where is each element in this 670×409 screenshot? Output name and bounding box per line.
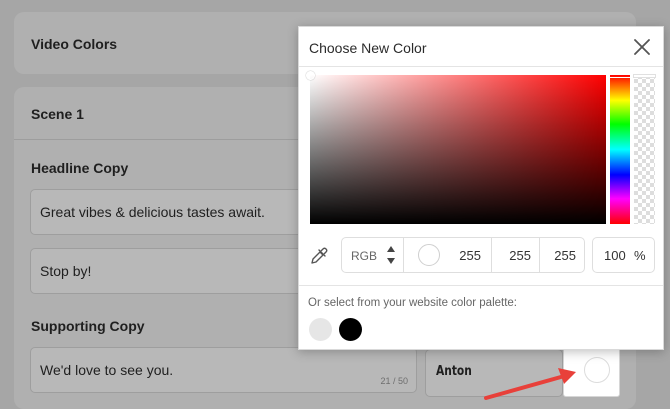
color-preview-cell: 255 [404, 238, 492, 272]
palette-divider [299, 285, 663, 286]
hue-slider[interactable] [610, 75, 630, 224]
green-value: 255 [509, 248, 531, 263]
headline-copy-label: Headline Copy [31, 160, 129, 176]
eyedropper-icon[interactable] [309, 246, 329, 266]
saturation-handle[interactable] [306, 71, 315, 80]
close-icon[interactable] [631, 36, 653, 58]
headline-input[interactable]: Great vibes & delicious tastes await. [30, 189, 320, 235]
blue-input[interactable]: 255 [540, 238, 584, 272]
character-counter: 21 / 50 [380, 376, 408, 386]
green-input[interactable]: 255 [492, 238, 540, 272]
supporting-copy-value: We'd love to see you. [40, 362, 174, 378]
alpha-slider[interactable] [634, 75, 655, 224]
up-down-arrows-icon [387, 246, 395, 264]
picker-title: Choose New Color [309, 40, 427, 56]
headline-input-value: Great vibes & delicious tastes await. [40, 204, 265, 220]
color-picker-dialog: Choose New Color RGB 255 255 255 100 % O… [298, 26, 664, 350]
red-value[interactable]: 255 [459, 248, 481, 263]
hue-handle[interactable] [609, 74, 631, 78]
color-mode-select[interactable]: RGB [342, 238, 404, 272]
supporting-copy-label: Supporting Copy [31, 318, 145, 334]
video-colors-title: Video Colors [31, 36, 118, 52]
alpha-value: 100 [604, 248, 626, 263]
saturation-value-area[interactable] [310, 75, 606, 224]
subheadline-input-value: Stop by! [40, 263, 92, 279]
picker-header: Choose New Color [299, 27, 663, 67]
font-name: Anton [436, 364, 472, 379]
alpha-unit: % [634, 248, 646, 263]
color-preview-circle [418, 244, 440, 266]
color-mode-label: RGB [351, 249, 378, 263]
palette-swatch-light-gray[interactable] [309, 318, 332, 341]
palette-label: Or select from your website color palett… [308, 297, 517, 309]
supporting-copy-input[interactable]: We'd love to see you. 21 / 50 [30, 347, 417, 393]
alpha-handle[interactable] [633, 74, 656, 78]
scene-title: Scene 1 [31, 106, 84, 122]
palette-swatch-black[interactable] [339, 318, 362, 341]
alpha-input[interactable]: 100 % [592, 237, 655, 273]
color-input-group: RGB 255 255 255 [341, 237, 585, 273]
subheadline-input[interactable]: Stop by! [30, 248, 320, 294]
red-arrow-icon [484, 368, 576, 400]
blue-value: 255 [554, 248, 576, 263]
